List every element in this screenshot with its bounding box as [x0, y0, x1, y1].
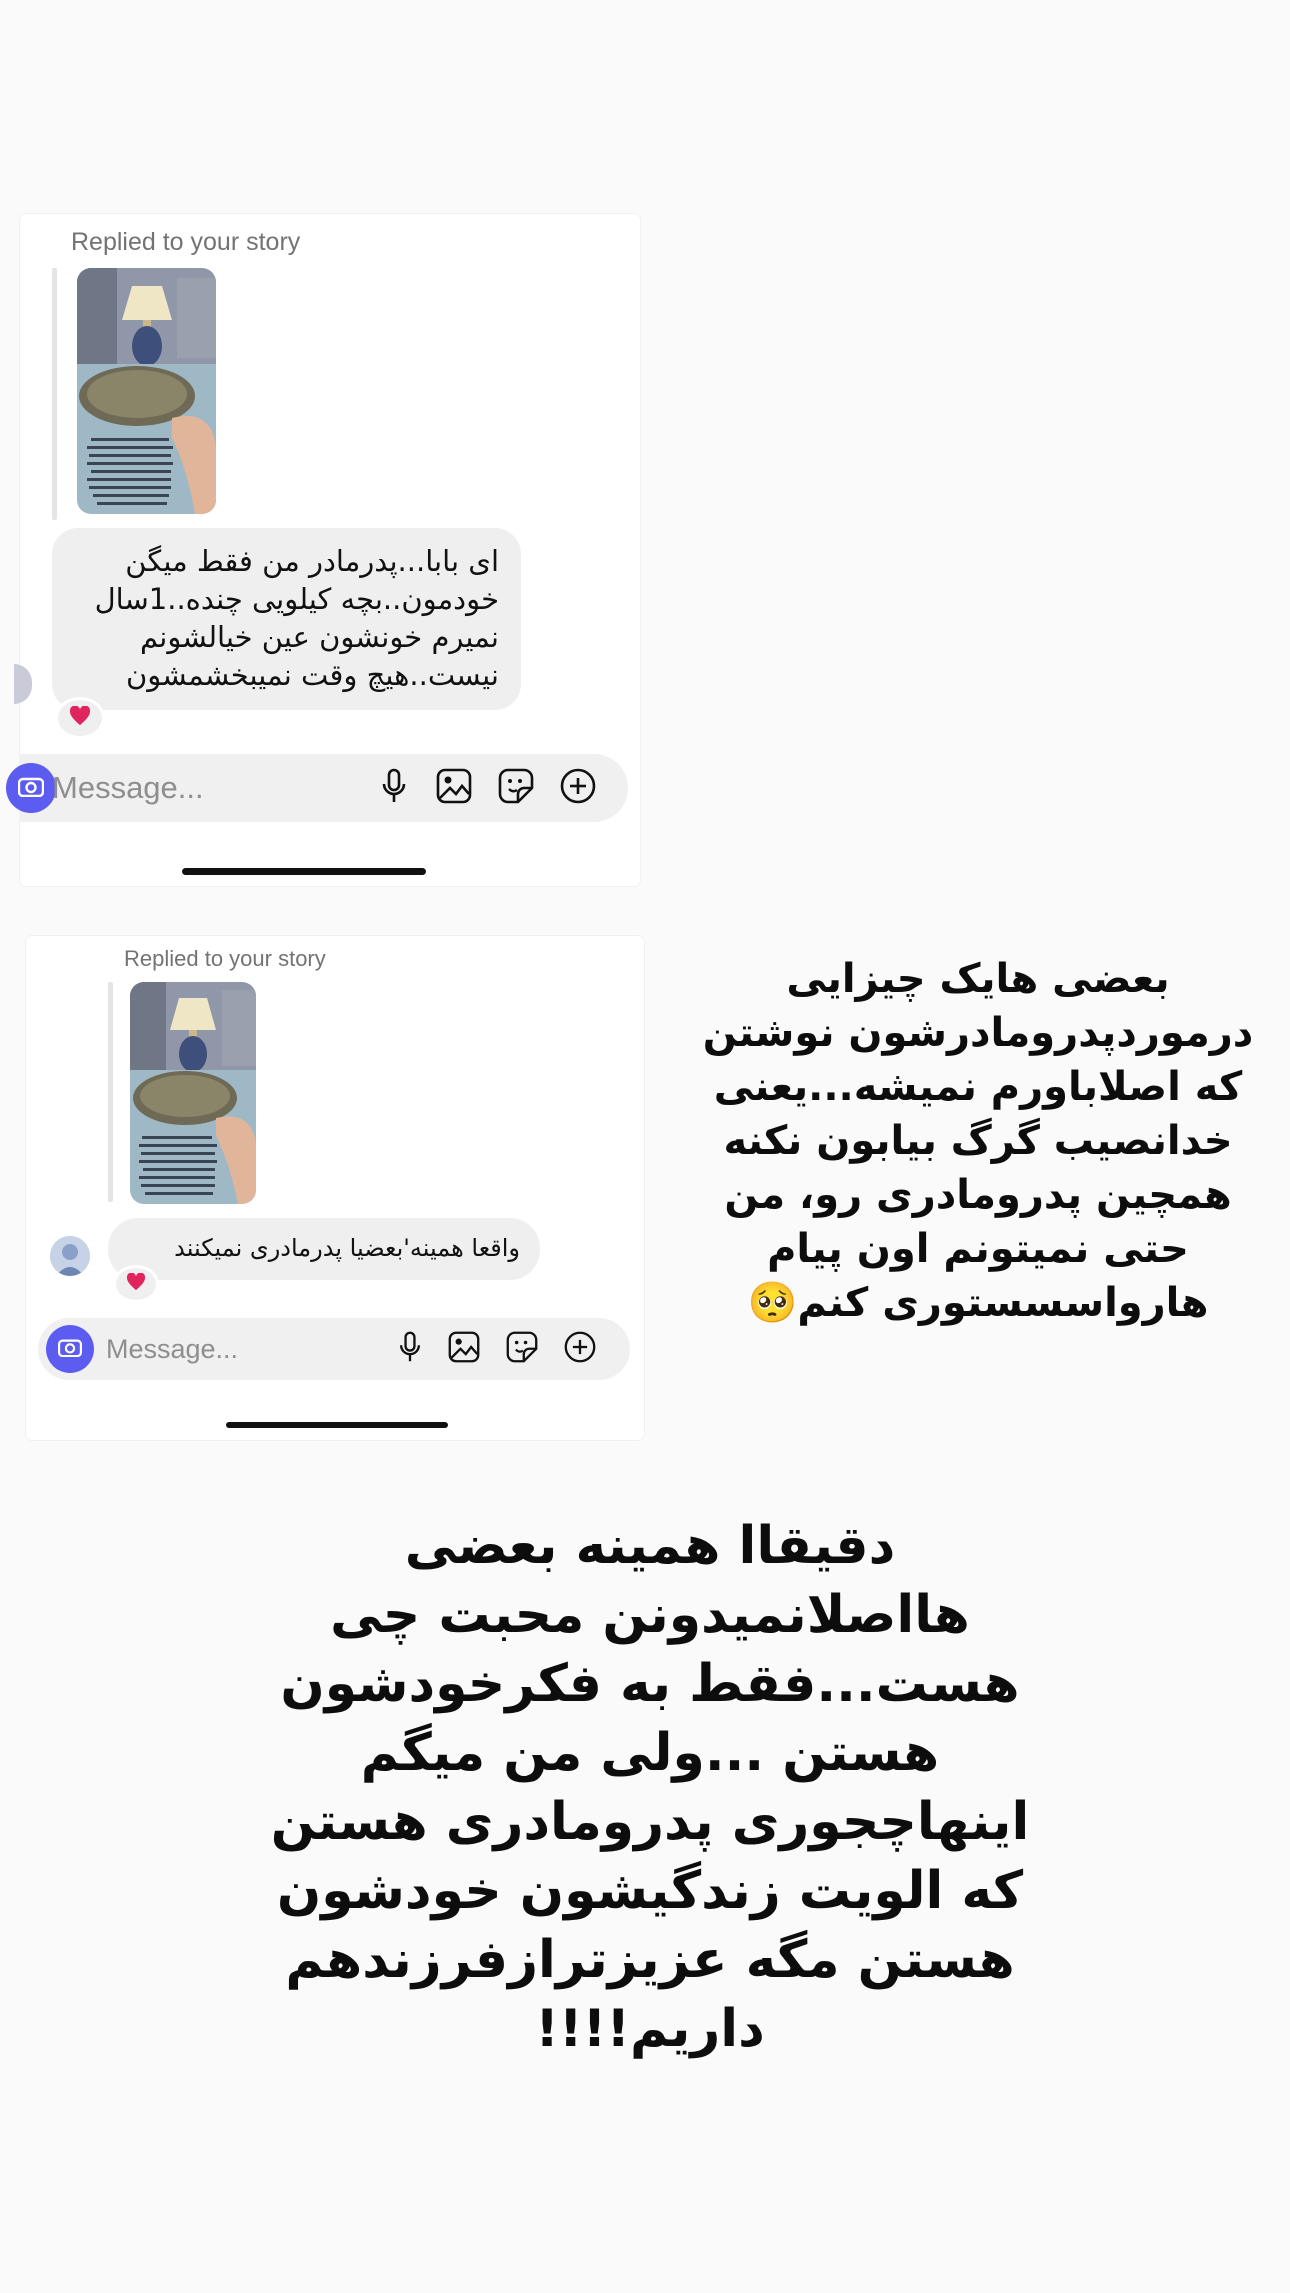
camera-button[interactable]: [6, 763, 56, 813]
replied-to-story-label: Replied to your story: [124, 946, 326, 971]
camera-icon: [17, 775, 45, 801]
add-button[interactable]: [558, 768, 598, 808]
heart-reaction-icon: [126, 1272, 146, 1295]
heart-reaction[interactable]: [116, 1268, 156, 1300]
gallery-button[interactable]: [446, 1331, 482, 1367]
story-caption-first: بعضی هایک چیزایی درموردپدرومادرشون نوشتن…: [702, 956, 1254, 1326]
microphone-button[interactable]: [374, 768, 414, 808]
sticker-button[interactable]: [496, 768, 536, 808]
microphone-icon: [381, 768, 407, 808]
reply-indicator-line: [52, 268, 57, 520]
gallery-icon: [436, 768, 472, 808]
story-thumbnail[interactable]: [130, 982, 256, 1204]
home-indicator: [226, 1422, 448, 1428]
message-input[interactable]: [106, 1330, 376, 1368]
add-icon: [564, 1331, 596, 1367]
heart-reaction-icon: [69, 705, 91, 730]
gallery-button[interactable]: [434, 768, 474, 808]
sender-avatar[interactable]: [14, 664, 32, 704]
microphone-icon: [398, 1331, 422, 1367]
message-bubble[interactable]: واقعا همینه'بعضیا پدرمادری نمیکنند: [108, 1218, 540, 1280]
dm-screenshot-1: Replied to your story ای بابا...پدرمادر …: [6, 214, 640, 886]
sticker-button[interactable]: [504, 1331, 540, 1367]
sticker-icon: [498, 768, 534, 808]
add-button[interactable]: [562, 1331, 598, 1367]
add-icon: [560, 768, 596, 808]
story-caption-second: دقیقاا همینه بعضی هااصلانمیدونن محبت چی …: [270, 1516, 1030, 2059]
home-indicator: [182, 868, 426, 875]
reply-indicator-line: [108, 982, 113, 1202]
replied-to-story-label: Replied to your story: [71, 228, 301, 256]
sticker-icon: [506, 1331, 538, 1367]
story-image: [77, 268, 216, 514]
heart-reaction[interactable]: [58, 700, 102, 736]
story-thumbnail[interactable]: [77, 268, 216, 514]
dm-screenshot-2: Replied to your story واقعا همینه'بعضیا …: [26, 936, 644, 1440]
gallery-icon: [448, 1331, 480, 1367]
camera-icon: [58, 1337, 82, 1361]
story-image: [130, 982, 256, 1204]
message-bubble[interactable]: ای بابا...پدرمادر من فقط میگن خودمون..بچ…: [52, 528, 521, 710]
message-composer: [38, 1318, 630, 1380]
message-input[interactable]: [52, 768, 352, 808]
camera-button[interactable]: [46, 1325, 94, 1373]
sender-avatar[interactable]: [50, 1236, 90, 1276]
message-composer: [6, 754, 628, 822]
microphone-button[interactable]: [392, 1331, 428, 1367]
